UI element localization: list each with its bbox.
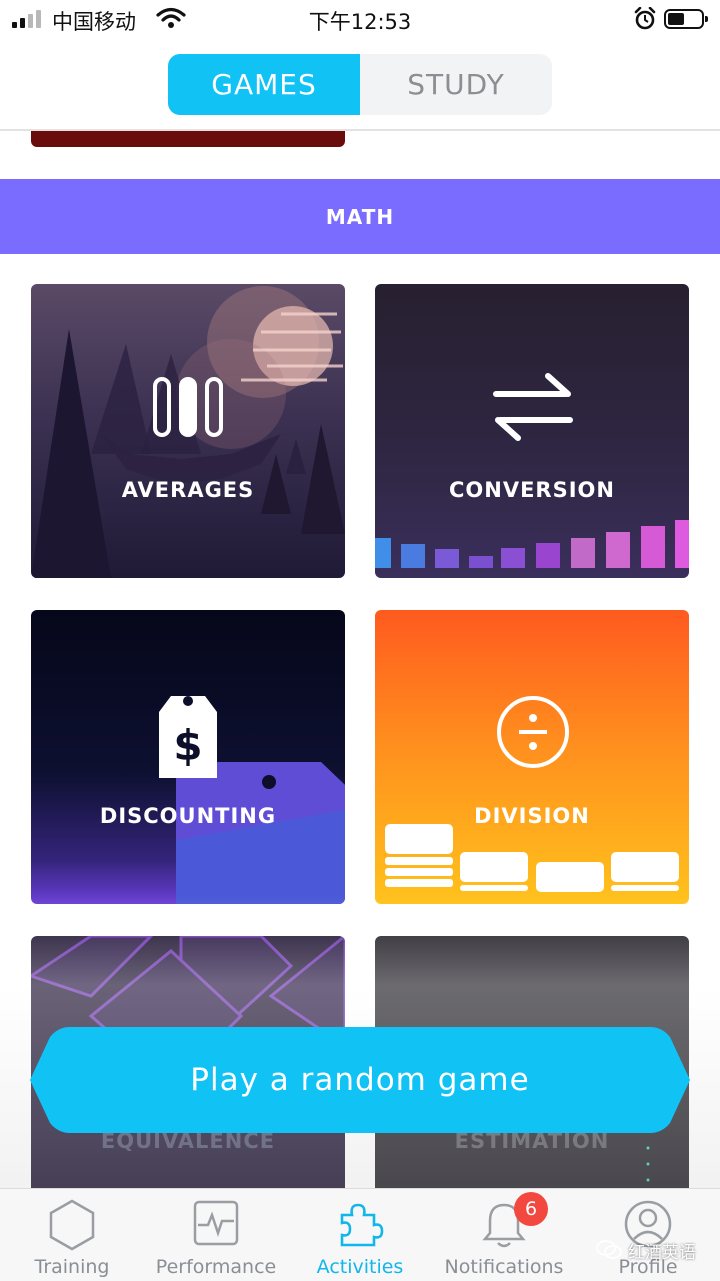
bottom-tab-bar: Training Performance Activities Notifica… bbox=[0, 1188, 720, 1281]
conversion-bars-artwork bbox=[375, 520, 689, 568]
tab-study[interactable]: STUDY bbox=[360, 54, 552, 115]
tab-activities[interactable]: Activities bbox=[288, 1189, 432, 1281]
tab-training[interactable]: Training bbox=[0, 1189, 144, 1281]
app-screen: 中国移动 下午12:53 GAMES STUDY MATH AVERAGES C… bbox=[0, 0, 720, 1281]
bars-icon bbox=[153, 377, 223, 437]
hexagon-icon bbox=[49, 1199, 95, 1251]
tab-profile[interactable]: Profile bbox=[576, 1189, 720, 1281]
puzzle-icon bbox=[340, 1203, 384, 1247]
wechat-icon bbox=[596, 1240, 622, 1259]
previous-game-tile[interactable] bbox=[31, 131, 345, 147]
game-tile-conversion[interactable]: CONVERSION bbox=[375, 284, 689, 578]
game-label: DISCOUNTING bbox=[99, 804, 277, 828]
tab-label: Performance bbox=[155, 1256, 277, 1278]
game-tile-division[interactable]: DIVISION bbox=[375, 610, 689, 904]
svg-text:$: $ bbox=[173, 721, 202, 770]
tab-games[interactable]: GAMES bbox=[168, 54, 360, 115]
watermark: 红酒英语 bbox=[596, 1238, 696, 1263]
watermark-text: 红酒英语 bbox=[628, 1242, 696, 1263]
status-clock: 下午12:53 bbox=[308, 10, 412, 34]
tab-notifications[interactable]: Notifications bbox=[432, 1189, 576, 1281]
game-tile-discounting[interactable]: $ DISCOUNTING bbox=[31, 610, 345, 904]
notifications-badge: 6 bbox=[514, 1192, 548, 1226]
pulse-icon bbox=[193, 1200, 239, 1246]
tab-label: Activities bbox=[316, 1256, 404, 1278]
section-title: MATH bbox=[325, 204, 395, 229]
tab-label: Training bbox=[34, 1256, 110, 1278]
section-header-math: MATH bbox=[0, 179, 720, 254]
game-tile-averages[interactable]: AVERAGES bbox=[31, 284, 345, 578]
tab-performance[interactable]: Performance bbox=[144, 1189, 288, 1281]
tab-label: Notifications bbox=[444, 1256, 564, 1278]
games-study-toggle: GAMES STUDY bbox=[168, 54, 552, 115]
status-bar: 中国移动 下午12:53 bbox=[0, 0, 720, 40]
play-random-game-label: Play a random game bbox=[190, 1062, 530, 1098]
alarm-clock-icon bbox=[634, 7, 656, 30]
game-label: AVERAGES bbox=[121, 478, 255, 502]
dollar-tag-icon: $ bbox=[159, 696, 217, 778]
play-random-game-button[interactable]: Play a random game bbox=[30, 1027, 690, 1133]
division-stacks-artwork bbox=[385, 824, 679, 892]
battery-icon bbox=[664, 9, 708, 29]
